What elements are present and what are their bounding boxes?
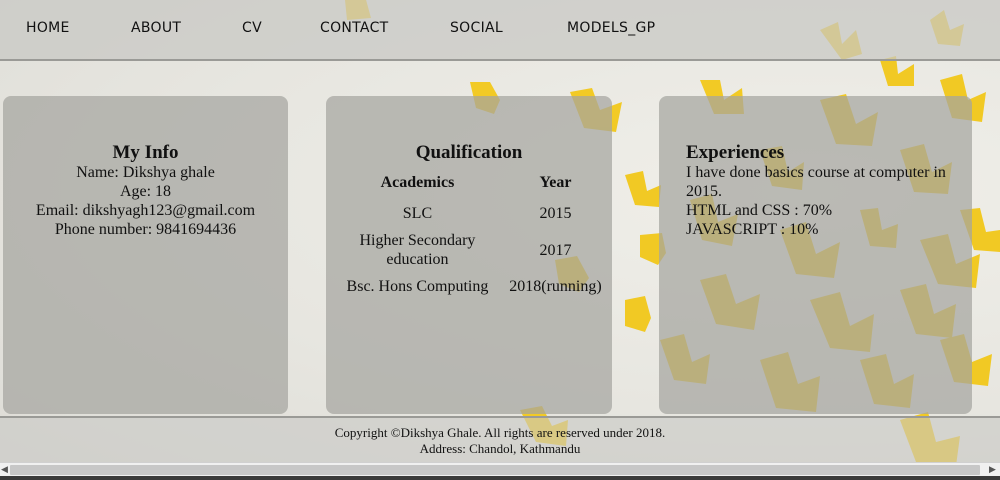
qualification-table: Academics Year SLC 2015 Higher Secondary… [336, 172, 612, 300]
table-row: Bsc. Hons Computing 2018(running) [336, 273, 612, 300]
nav-contact-link[interactable]: CONTACT [320, 20, 389, 36]
my-info-title: My Info [112, 142, 179, 163]
year-cell: 2015 [539, 205, 572, 222]
header-year: Year [539, 174, 572, 191]
my-info-details: Name: Dikshya ghale Age: 18 Email: diksh… [3, 163, 288, 239]
qualification-title: Qualification [415, 142, 523, 163]
year-cell: 2017 [539, 241, 572, 259]
experience-line: JAVASCRIPT : 10% [686, 221, 819, 238]
info-phone: Phone number: 9841694436 [54, 221, 237, 238]
nav-home-link[interactable]: HOME [26, 20, 70, 36]
academics-cell: Bsc. Hons Computing [346, 278, 489, 295]
horizontal-scrollbar[interactable]: ◀ ▶ [0, 462, 1000, 477]
info-name: Name: Dikshya ghale [76, 164, 215, 181]
page-footer: Copyright ©Dikshya Ghale. All rights are… [0, 416, 1000, 464]
info-age: Age: 18 [119, 183, 172, 200]
academics-cell: SLC [402, 205, 433, 222]
experience-line: HTML and CSS : 70% [686, 202, 833, 219]
experiences-details: I have done basics course at computer in… [686, 163, 966, 239]
scroll-left-arrow-icon[interactable]: ◀ [1, 465, 8, 475]
experiences-card: Experiences I have done basics course at… [659, 96, 972, 414]
nav-models-gp-link[interactable]: MODELS_GP [567, 20, 655, 36]
footer-address: Address: Chandol, Kathmandu [419, 441, 581, 456]
table-row: SLC 2015 [336, 200, 612, 227]
nav-about-link[interactable]: ABOUT [131, 20, 181, 36]
footer-copyright: Copyright ©Dikshya Ghale. All rights are… [334, 425, 666, 440]
header-academics: Academics [380, 174, 455, 191]
qualification-card: Qualification Academics Year SLC 2015 Hi… [326, 96, 612, 414]
experiences-title: Experiences [686, 142, 785, 163]
info-email: Email: dikshyagh123@gmail.com [35, 202, 256, 219]
top-navigation: HOME ABOUT CV CONTACT SOCIAL MODELS_GP [0, 0, 1000, 61]
nav-social-link[interactable]: SOCIAL [450, 20, 503, 36]
table-row: Higher Secondary education 2017 [336, 227, 612, 273]
scroll-right-arrow-icon[interactable]: ▶ [989, 465, 996, 475]
nav-cv-link[interactable]: CV [242, 20, 262, 36]
table-header-row: Academics Year [336, 172, 612, 200]
scrollbar-thumb[interactable] [10, 465, 980, 475]
experience-line: I have done basics course at computer in… [686, 164, 946, 200]
academics-cell: Higher Secondary education [359, 232, 476, 268]
my-info-card: My Info Name: Dikshya ghale Age: 18 Emai… [3, 96, 288, 414]
taskbar-edge [0, 476, 1000, 480]
year-cell: 2018(running) [509, 278, 602, 295]
